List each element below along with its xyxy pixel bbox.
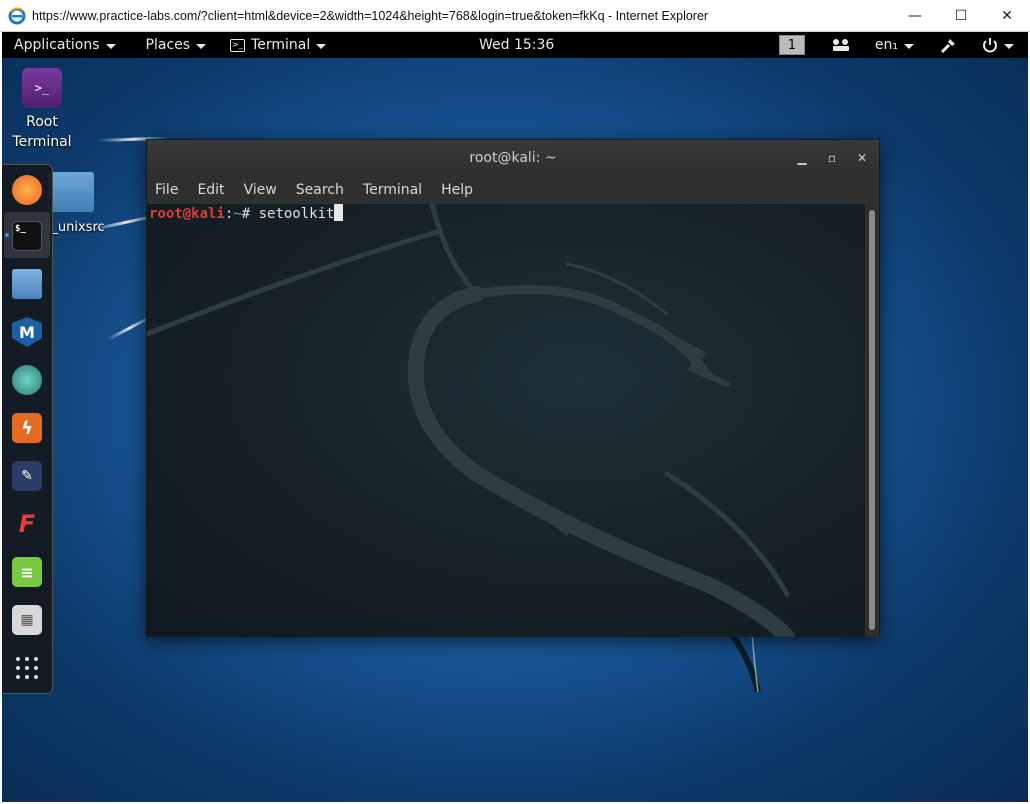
power-icon: [983, 38, 997, 53]
typed-command: setoolkit: [258, 206, 335, 222]
chevron-down-icon: [196, 43, 207, 49]
maximize-button[interactable]: ☐: [938, 0, 984, 32]
menu-file[interactable]: File: [155, 182, 178, 198]
menu-view[interactable]: View: [244, 182, 277, 198]
terminal-close-button[interactable]: ✕: [853, 151, 871, 165]
menu-edit[interactable]: Edit: [197, 182, 224, 198]
workspace-indicator[interactable]: 1: [778, 35, 805, 55]
text-editor-icon[interactable]: ≡: [12, 557, 42, 587]
terminal-output[interactable]: root@kali:~# setoolkit: [147, 204, 867, 637]
chevron-down-icon: [904, 43, 914, 49]
terminal-icon: >_: [230, 38, 246, 52]
terminal-app-menu[interactable]: >_ Terminal: [218, 32, 338, 58]
language-selector[interactable]: en₁: [875, 32, 926, 58]
places-menu[interactable]: Places: [128, 32, 219, 58]
beef-icon[interactable]: ✎: [12, 461, 42, 491]
chevron-down-icon: [316, 43, 327, 49]
kali-desktop: Applications Places >_ Terminal Wed 15:3…: [2, 32, 1028, 802]
window-title: https://www.practice-labs.com/?client=ht…: [32, 8, 709, 23]
chevron-down-icon: [1004, 43, 1014, 49]
clock[interactable]: Wed 15:36: [479, 32, 554, 58]
burpsuite-icon[interactable]: ϟ: [12, 413, 42, 443]
files-icon[interactable]: [12, 269, 42, 299]
terminal-minimize-button[interactable]: ▁: [793, 151, 811, 165]
folder-icon[interactable]: [48, 172, 94, 212]
prompt-symbol: #: [241, 206, 259, 222]
root-terminal-label: Root Terminal: [12, 114, 72, 150]
settings-icon[interactable]: [940, 36, 958, 54]
root-terminal-icon: >_: [22, 68, 62, 108]
applications-menu[interactable]: Applications: [2, 32, 128, 58]
firefox-icon[interactable]: [12, 175, 42, 205]
ie-titlebar: https://www.practice-labs.com/?client=ht…: [0, 0, 1030, 32]
show-apps-icon[interactable]: [16, 657, 38, 679]
terminal-window[interactable]: root@kali: ~ ▁ ▫ ✕ File Edit View Search…: [146, 139, 880, 637]
prompt-path: ~: [233, 206, 242, 222]
running-indicator: [5, 233, 9, 237]
kali-dragon-watermark: [147, 204, 795, 637]
power-menu[interactable]: [982, 32, 1028, 58]
clock-label: Wed 15:36: [479, 37, 555, 53]
text-cursor: [334, 204, 344, 221]
places-label: Places: [145, 37, 191, 53]
terminal-maximize-button[interactable]: ▫: [823, 151, 841, 165]
close-button[interactable]: ✕: [984, 0, 1030, 32]
root-terminal-launcher[interactable]: >_ Root Terminal: [10, 68, 74, 152]
top-panel: Applications Places >_ Terminal Wed 15:3…: [2, 32, 1028, 58]
menu-search[interactable]: Search: [296, 182, 344, 198]
prompt-user: root@kali: [149, 206, 225, 222]
network-icon[interactable]: [831, 37, 851, 53]
faraday-icon[interactable]: F: [12, 509, 42, 539]
menu-terminal[interactable]: Terminal: [363, 182, 422, 198]
menu-help[interactable]: Help: [441, 182, 473, 198]
terminal-scrollbar[interactable]: [865, 204, 879, 637]
terminal-titlebar[interactable]: root@kali: ~ ▁ ▫ ✕: [147, 140, 879, 176]
applications-label: Applications: [14, 37, 100, 53]
scrollbar-thumb[interactable]: [869, 210, 875, 630]
terminal-menubar: File Edit View Search Terminal Help: [147, 176, 879, 204]
metasploit-icon[interactable]: M: [12, 317, 42, 347]
chevron-down-icon: [105, 43, 116, 49]
terminal-title: root@kali: ~: [469, 150, 557, 166]
language-label: en₁: [874, 37, 898, 53]
keyboard-icon[interactable]: ▦: [12, 605, 42, 635]
dock: $_ M ϟ ✎ F ≡ ▦: [2, 164, 53, 694]
internet-explorer-icon: [8, 6, 26, 24]
terminal-icon[interactable]: $_: [12, 221, 42, 251]
armitage-icon[interactable]: [12, 365, 42, 395]
minimize-button[interactable]: —: [892, 0, 938, 32]
terminal-app-label: Terminal: [251, 37, 311, 53]
terminal-prompt-line: root@kali:~# setoolkit: [149, 204, 344, 224]
